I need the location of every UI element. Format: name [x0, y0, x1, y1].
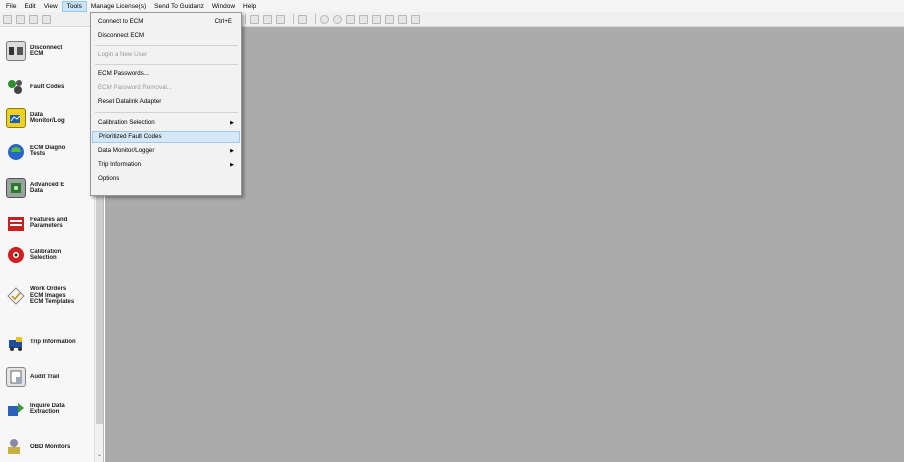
sidebar-item-data-monitor[interactable]: Data Monitor/Log: [6, 108, 94, 128]
menu-item-ecm-passwords[interactable]: ECM Passwords...: [92, 68, 240, 80]
menu-tools[interactable]: Tools: [61, 0, 87, 12]
sidebar-item-label: ECM Diagno Tests: [30, 144, 66, 158]
menu-help[interactable]: Help: [239, 1, 260, 12]
toolbar-button-icon[interactable]: [385, 14, 394, 24]
toolbar-button-icon[interactable]: [250, 14, 259, 24]
menu-item-connect-to-ecm[interactable]: Connect to ECM Ctrl+E: [92, 16, 240, 28]
obd-monitors-icon: [6, 437, 26, 457]
menu-item-prioritized-fault-codes[interactable]: Prioritized Fault Codes: [92, 131, 240, 143]
calibration-selection-icon: [6, 245, 26, 265]
menu-separator: [95, 45, 238, 46]
sidebar: Disconnect ECM Fault Codes Data Monitor/…: [0, 27, 104, 462]
menu-item-label: ECM Password Removal...: [98, 84, 172, 91]
sidebar-item-fault-codes[interactable]: Fault Codes: [6, 77, 94, 97]
sidebar-item-advanced-ecm-data[interactable]: Advanced E Data: [6, 178, 94, 198]
features-parameters-icon: [6, 213, 26, 233]
toolbar-button-icon[interactable]: [42, 14, 51, 24]
sidebar-item-label: Data Monitor/Log: [30, 111, 65, 125]
menu-item-label: Calibration Selection: [98, 119, 155, 126]
menu-item-login-new-user[interactable]: Login a New User: [92, 49, 240, 61]
menu-item-label: Data Monitor/Logger: [98, 147, 155, 154]
sidebar-item-label: OBD Monitors: [30, 443, 71, 450]
menu-item-label: Prioritized Fault Codes: [99, 133, 162, 140]
submenu-arrow-icon: ▶: [230, 162, 234, 168]
menu-item-options[interactable]: Options: [92, 173, 240, 185]
menu-item-label: Trip Information: [98, 161, 142, 168]
menu-item-trip-information[interactable]: Trip Information ▶: [92, 159, 240, 171]
menu-item-shortcut: Ctrl+E: [214, 18, 232, 25]
toolbar-button-icon[interactable]: [398, 14, 407, 24]
menu-item-label: Connect to ECM: [98, 18, 144, 25]
stop-icon[interactable]: [333, 14, 342, 24]
sidebar-item-ecm-diagnostic-tests[interactable]: ECM Diagno Tests: [6, 141, 94, 161]
sidebar-item-label: Features and Parameters: [30, 216, 68, 230]
sidebar-item-label: Audit Trail: [30, 373, 60, 380]
sidebar-item-label: Disconnect ECM: [30, 44, 63, 58]
disconnect-icon: [6, 41, 26, 61]
inquire-data-extraction-icon: [6, 399, 26, 419]
menu-item-calibration-selection[interactable]: Calibration Selection ▶: [92, 117, 240, 129]
toolbar-button-icon[interactable]: [263, 14, 272, 24]
sidebar-item-work-orders[interactable]: Work Orders ECM Images ECM Templates: [6, 286, 94, 306]
toolbar-button-icon[interactable]: [298, 14, 307, 24]
menu-item-disconnect-ecm[interactable]: Disconnect ECM: [92, 30, 240, 42]
menu-item-reset-datalink-adapter[interactable]: Reset Datalink Adapter: [92, 96, 240, 108]
menu-view[interactable]: View: [40, 1, 62, 12]
toolbar-separator: [293, 14, 294, 24]
filter-icon[interactable]: [276, 14, 285, 24]
record-icon[interactable]: [320, 14, 329, 24]
toolbar-separator: [245, 14, 246, 24]
sidebar-item-label: Fault Codes: [30, 83, 65, 90]
chevron-down-icon[interactable]: ⌄: [96, 451, 103, 459]
toolbar-button-icon[interactable]: [3, 14, 12, 24]
trip-information-icon: [6, 332, 26, 352]
sidebar-item-label: Advanced E Data: [30, 181, 65, 195]
sidebar-item-label: Trip Information: [30, 338, 76, 345]
pause-icon[interactable]: [359, 14, 368, 24]
menu-item-label: Options: [98, 175, 120, 182]
sidebar-item-inquire-data-extraction[interactable]: Inquire Data Extraction: [6, 399, 94, 419]
sidebar-item-label: Work Orders ECM Images ECM Templates: [30, 286, 75, 306]
toolbar-button-icon[interactable]: [29, 14, 38, 24]
sidebar-item-audit-trail[interactable]: Audit Trail: [6, 367, 94, 387]
sidebar-item-label: Inquire Data Extraction: [30, 402, 65, 416]
menu-edit[interactable]: Edit: [20, 1, 39, 12]
sidebar-item-obd-monitors[interactable]: OBD Monitors: [6, 437, 94, 457]
menu-item-label: Reset Datalink Adapter: [98, 98, 162, 105]
ecm-diagnostic-tests-icon: [6, 141, 26, 161]
menu-file[interactable]: File: [2, 1, 20, 12]
menu-manage-licenses[interactable]: Manage License(s): [87, 1, 150, 12]
menu-item-label: Login a New User: [98, 51, 148, 58]
application-window: File Edit View Tools Manage License(s) S…: [0, 0, 904, 462]
toolbar-separator: [315, 14, 316, 24]
data-monitor-icon: [6, 108, 26, 128]
menu-item-data-monitor-logger[interactable]: Data Monitor/Logger ▶: [92, 145, 240, 157]
stop-square-icon[interactable]: [372, 14, 381, 24]
tools-dropdown-menu: Connect to ECM Ctrl+E Disconnect ECM Log…: [90, 12, 242, 196]
sidebar-item-calibration-selection[interactable]: Calibration Selection: [6, 245, 94, 265]
sidebar-item-features-parameters[interactable]: Features and Parameters: [6, 213, 94, 233]
advanced-ecm-data-icon: [6, 178, 26, 198]
menu-item-ecm-password-removal[interactable]: ECM Password Removal...: [92, 82, 240, 94]
play-icon[interactable]: [346, 14, 355, 24]
menu-item-label: Disconnect ECM: [98, 32, 145, 39]
menu-send-to-guidanz[interactable]: Send To Guidanz: [150, 1, 208, 12]
menu-separator: [95, 112, 238, 113]
menu-item-label: ECM Passwords...: [98, 70, 149, 77]
sidebar-item-trip-information[interactable]: Trip Information: [6, 332, 94, 352]
sidebar-item-disconnect-ecm[interactable]: Disconnect ECM: [6, 41, 94, 61]
toolbar-button-icon[interactable]: [411, 14, 420, 24]
work-orders-icon: [6, 286, 26, 306]
menu-window[interactable]: Window: [208, 1, 239, 12]
toolbar-button-icon[interactable]: [16, 14, 25, 24]
audit-trail-icon: [6, 367, 26, 387]
submenu-arrow-icon: ▶: [230, 148, 234, 154]
menubar: File Edit View Tools Manage License(s) S…: [0, 0, 904, 12]
menu-separator: [95, 64, 238, 65]
fault-codes-icon: [6, 77, 26, 97]
submenu-arrow-icon: ▶: [230, 120, 234, 126]
sidebar-item-label: Calibration Selection: [30, 248, 62, 262]
